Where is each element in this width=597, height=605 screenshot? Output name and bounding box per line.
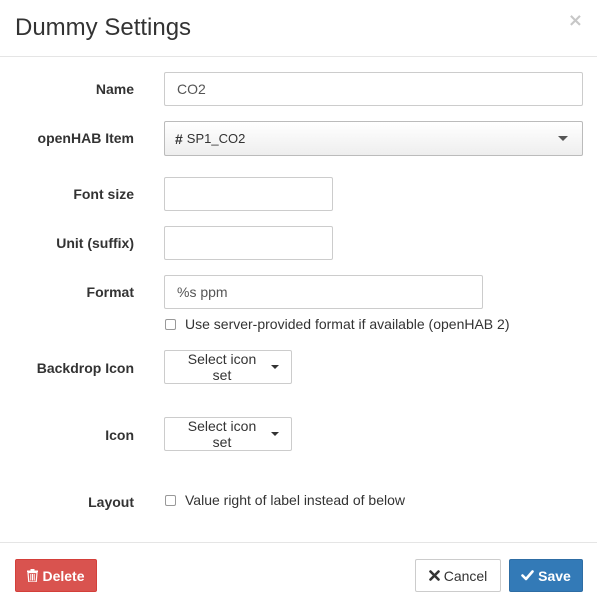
unit-label: Unit (suffix) [56, 235, 134, 251]
layout-option-label: Value right of label instead of below [185, 492, 405, 508]
checkmark-icon [521, 570, 534, 581]
icon-label: Icon [105, 427, 134, 443]
format-label: Format [86, 284, 134, 300]
icon-set-label: Select icon set [187, 418, 257, 450]
delete-button[interactable]: Delete [15, 559, 97, 592]
format-input[interactable] [164, 275, 483, 309]
caret-down-icon [271, 432, 279, 436]
layout-label: Layout [88, 494, 134, 510]
unit-input[interactable] [164, 226, 333, 260]
name-input[interactable] [164, 72, 583, 106]
cancel-button[interactable]: Cancel [415, 559, 501, 592]
dialog-footer: Delete Cancel Save [0, 542, 597, 605]
chevron-down-icon [558, 136, 568, 141]
caret-down-icon [271, 365, 279, 369]
dialog-header: Dummy Settings × [0, 0, 597, 57]
openhab-item-value: SP1_CO2 [186, 131, 246, 146]
hash-icon: # [175, 130, 183, 147]
font-size-input[interactable] [164, 177, 333, 211]
layout-option[interactable]: Value right of label instead of below [165, 492, 405, 508]
x-icon [428, 570, 440, 581]
openhab-item-select[interactable]: # SP1_CO2 [164, 121, 583, 156]
close-icon[interactable]: × [568, 10, 583, 32]
openhab-item-label: openHAB Item [37, 130, 134, 146]
save-label: Save [538, 567, 571, 584]
name-label: Name [95, 81, 134, 97]
server-format-option[interactable]: Use server-provided format if available … [165, 316, 509, 332]
icon-set-button[interactable]: Select icon set [164, 417, 292, 451]
save-button[interactable]: Save [509, 559, 583, 592]
server-format-label: Use server-provided format if available … [185, 316, 510, 332]
cancel-label: Cancel [443, 567, 488, 584]
layout-checkbox[interactable] [165, 494, 176, 506]
backdrop-icon-set-button[interactable]: Select icon set [164, 350, 292, 384]
trash-icon [27, 569, 39, 582]
font-size-label: Font size [73, 186, 134, 202]
delete-label: Delete [42, 567, 85, 584]
backdrop-icon-label: Backdrop Icon [36, 360, 134, 376]
settings-dialog: Dummy Settings × Name openHAB Item # SP1… [0, 0, 597, 605]
backdrop-icon-set-label: Select icon set [187, 351, 257, 383]
dialog-title: Dummy Settings [15, 14, 192, 41]
server-format-checkbox[interactable] [165, 318, 176, 330]
